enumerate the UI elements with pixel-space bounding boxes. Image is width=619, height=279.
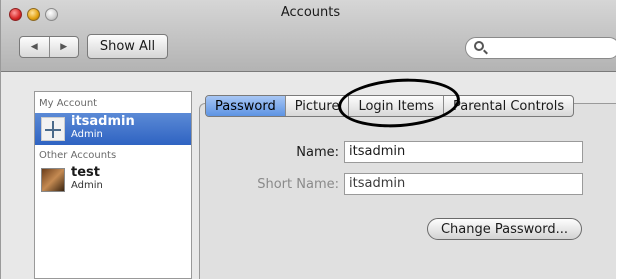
name-field[interactable]: itsadmin (344, 141, 583, 163)
dragonfly-icon (41, 117, 65, 141)
short-name-label: Short Name: (257, 177, 339, 192)
window-title: Accounts (280, 5, 341, 20)
short-name-field[interactable]: itsadmin (344, 173, 583, 195)
account-name: itsadmin (71, 114, 135, 129)
back-forward-control: ◀ ▶ (19, 36, 79, 58)
tab-parental-controls[interactable]: Parental Controls (443, 96, 573, 116)
change-password-button[interactable]: Change Password... (427, 218, 582, 240)
back-button[interactable]: ◀ (20, 37, 49, 57)
search-icon (474, 41, 484, 51)
forward-button[interactable]: ▶ (48, 37, 79, 57)
accounts-sidebar: My Account itsadmin Admin Other Accounts… (34, 91, 192, 279)
back-arrow-icon: ◀ (30, 42, 38, 52)
other-accounts-header: Other Accounts (39, 150, 117, 161)
my-account-header: My Account (39, 98, 98, 109)
accounts-window: Accounts ◀ ▶ Show All My Account itsadmi… (0, 0, 619, 279)
dog-icon (41, 168, 65, 192)
toolbar: Accounts ◀ ▶ Show All (1, 0, 619, 72)
account-name: test (71, 165, 100, 180)
show-all-button[interactable]: Show All (87, 34, 168, 59)
account-row-itsadmin[interactable]: itsadmin Admin (35, 113, 191, 145)
tab-password[interactable]: Password (206, 96, 285, 116)
search-field[interactable] (465, 37, 619, 59)
account-row-test[interactable]: test Admin (35, 164, 191, 196)
name-label: Name: (296, 145, 339, 160)
forward-arrow-icon: ▶ (60, 42, 68, 52)
account-role: Admin (71, 129, 103, 140)
account-role: Admin (71, 180, 103, 191)
